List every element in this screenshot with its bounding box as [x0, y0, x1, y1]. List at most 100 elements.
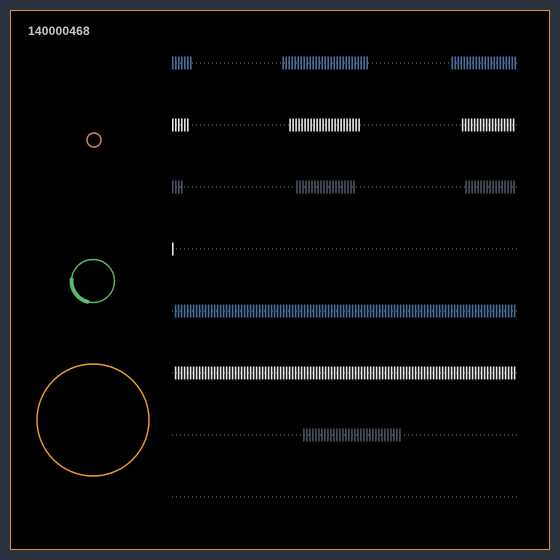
- track-segment: [303, 428, 401, 442]
- track-tick: [390, 366, 393, 380]
- track-segment: [172, 242, 174, 256]
- track-tick: [207, 304, 210, 318]
- track-tick: [279, 366, 282, 380]
- track-tick: [459, 304, 462, 318]
- track-tick: [225, 304, 228, 318]
- track-tick: [294, 304, 297, 318]
- track-tick: [353, 180, 355, 194]
- track-tick: [513, 304, 516, 318]
- track-tick: [309, 428, 311, 442]
- track-tick: [321, 56, 323, 70]
- track-tick: [348, 366, 351, 380]
- track-tick: [478, 56, 481, 70]
- track-tick: [462, 366, 465, 380]
- track-tick: [486, 366, 489, 380]
- track-tick: [495, 180, 497, 194]
- track-tick: [451, 56, 454, 70]
- track-tick: [175, 180, 177, 194]
- track-tick: [438, 366, 441, 380]
- track-tick: [267, 304, 270, 318]
- track-tick: [331, 118, 333, 132]
- track-tick: [344, 180, 346, 194]
- track-tick: [507, 366, 510, 380]
- track-tick: [498, 180, 500, 194]
- track-tick: [222, 366, 225, 380]
- track-tick: [210, 304, 213, 318]
- track-tick: [306, 304, 309, 318]
- track-tick: [210, 366, 213, 380]
- track-tick: [310, 118, 312, 132]
- track-tick: [192, 366, 195, 380]
- track-tick: [466, 56, 469, 70]
- track-tick: [231, 366, 234, 380]
- track-tick: [502, 56, 505, 70]
- track-tick: [351, 428, 353, 442]
- track-tick: [490, 56, 493, 70]
- track-tick: [321, 304, 324, 318]
- track-tick: [387, 428, 389, 442]
- track-tick: [315, 304, 318, 318]
- track-tick: [294, 366, 297, 380]
- track-tick: [504, 304, 507, 318]
- track-tick: [181, 118, 183, 132]
- track-tick: [485, 118, 488, 132]
- track-tick: [297, 366, 300, 380]
- track-tick: [498, 366, 501, 380]
- track-tick: [462, 304, 465, 318]
- track-tick: [340, 118, 342, 132]
- track-tick: [420, 304, 423, 318]
- track-tick: [333, 366, 336, 380]
- track-tick: [267, 366, 270, 380]
- track-tick: [291, 56, 293, 70]
- track-tick: [489, 366, 492, 380]
- track-tick: [429, 304, 432, 318]
- track-tick: [357, 428, 359, 442]
- track-tick: [264, 366, 267, 380]
- track-tick: [177, 366, 180, 380]
- track-tick: [276, 304, 279, 318]
- track-tick: [297, 304, 300, 318]
- track-tick: [476, 118, 479, 132]
- track-tick: [354, 366, 357, 380]
- track-tick: [184, 56, 186, 70]
- track-tick: [234, 366, 237, 380]
- track-tick: [240, 304, 243, 318]
- track-tick: [499, 56, 502, 70]
- track-tick: [363, 304, 366, 318]
- track-tick: [316, 118, 318, 132]
- track-tick: [300, 304, 303, 318]
- track-tick: [282, 304, 285, 318]
- track-tick: [450, 304, 453, 318]
- track-tick: [299, 180, 301, 194]
- track-tick: [336, 56, 338, 70]
- track-tick: [384, 366, 387, 380]
- track-tick: [465, 180, 467, 194]
- track-tick: [496, 56, 499, 70]
- track-tick: [411, 304, 414, 318]
- track-tick: [479, 118, 482, 132]
- track-tick: [507, 180, 509, 194]
- track-tick: [192, 304, 195, 318]
- track-tick: [488, 118, 491, 132]
- track-tick: [324, 428, 326, 442]
- track-tick: [332, 180, 334, 194]
- track-tick: [314, 180, 316, 194]
- track-tick: [366, 366, 369, 380]
- track-tick: [295, 118, 297, 132]
- track-tick: [204, 366, 207, 380]
- track-tick: [225, 366, 228, 380]
- track-tick: [175, 56, 177, 70]
- track-tick: [327, 428, 329, 442]
- track-tick: [357, 304, 360, 318]
- track-tick: [468, 304, 471, 318]
- track-tick: [378, 366, 381, 380]
- track-tick: [342, 428, 344, 442]
- track-tick: [300, 56, 302, 70]
- track-row: [172, 242, 517, 256]
- track-tick: [255, 366, 258, 380]
- track-tick: [339, 304, 342, 318]
- track-tick: [345, 304, 348, 318]
- track-tick: [441, 304, 444, 318]
- track-tick: [243, 366, 246, 380]
- track-tick: [477, 304, 480, 318]
